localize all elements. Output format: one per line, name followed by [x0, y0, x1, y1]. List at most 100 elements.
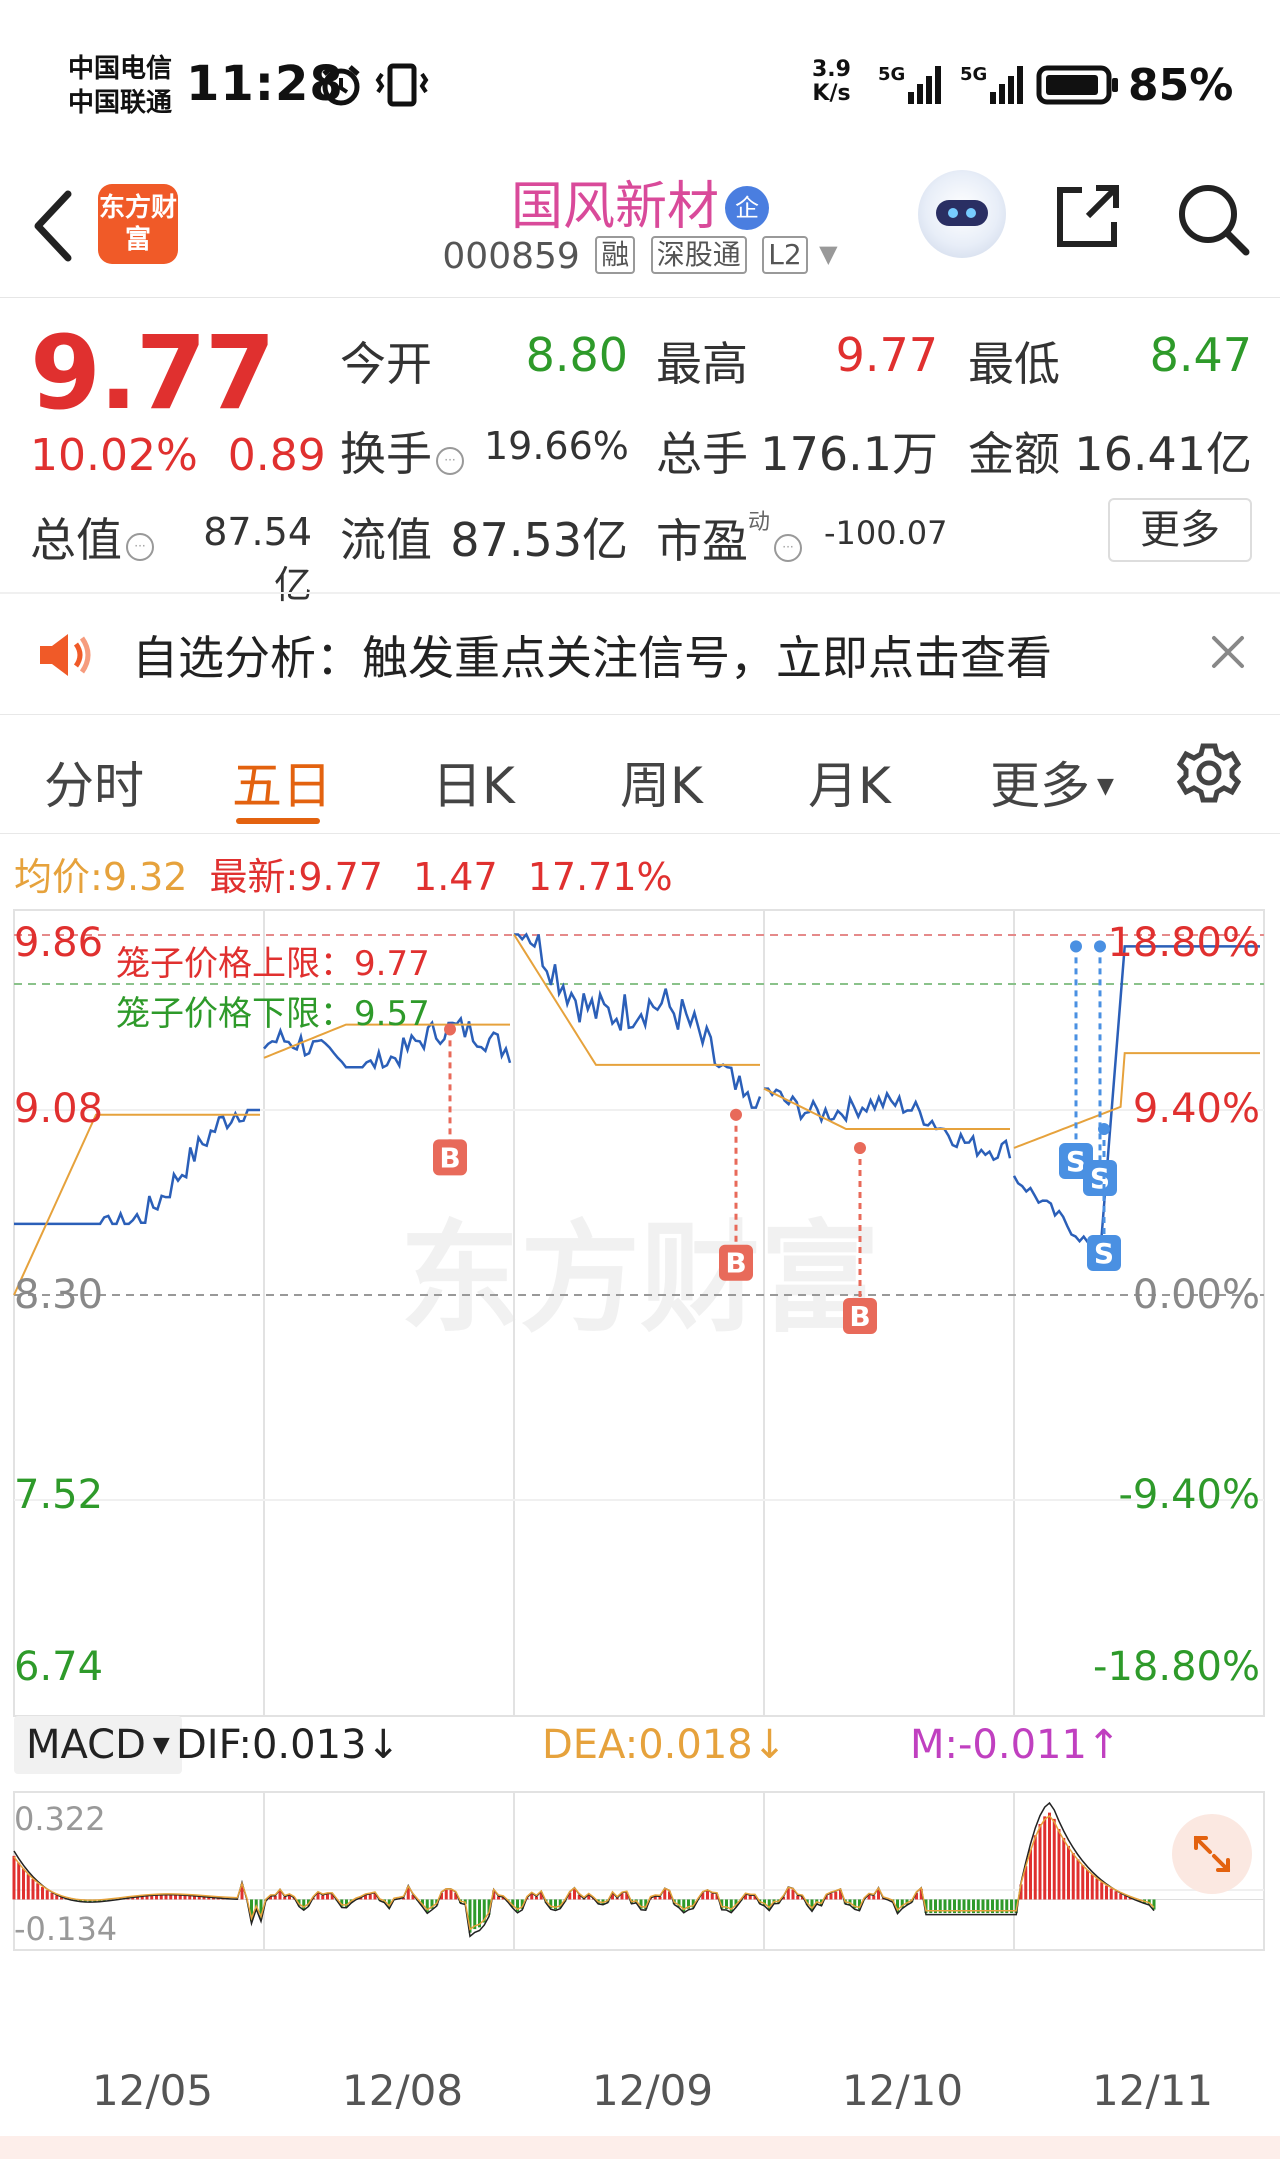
info-icon: ··· [774, 534, 803, 562]
turnover-label[interactable]: 换手 ··· [340, 418, 464, 484]
cage-upper-label: 笼子价格上限：9.77 [116, 944, 430, 984]
dropdown-caret-icon: ▼ [145, 1733, 170, 1758]
chart-canvas: 东方财富 BBBSSS [12, 909, 1265, 1951]
net-speed: 3.9 K/s [812, 58, 851, 106]
enterprise-badge: 企 [725, 186, 769, 230]
mcap-label[interactable]: 总值 ··· [30, 504, 154, 570]
signal-5g-icon-2: 5G [960, 64, 1023, 104]
gear-icon[interactable] [1176, 740, 1242, 806]
more-quote-button[interactable]: 更多 [1108, 498, 1252, 562]
pe-value: -100.07 [824, 514, 948, 552]
open-value: 8.80 [525, 328, 628, 382]
axis-label-right: -18.80% [1093, 1644, 1260, 1690]
divider [0, 714, 1280, 715]
turnover-label-text: 换手 [340, 427, 432, 481]
margin-tag: 融 [595, 236, 636, 274]
indicator-selector[interactable]: MACD ▼ [14, 1716, 182, 1774]
macd-axis-max: 0.322 [14, 1800, 106, 1838]
axis-label-left: 6.74 [14, 1644, 104, 1690]
open-label: 今开 [340, 337, 432, 391]
tab-more[interactable]: 更多 ▼ [990, 746, 1114, 818]
signal-5g-icon: 5G [878, 64, 941, 104]
svg-text:5G: 5G [878, 64, 905, 85]
high-label: 最高 [656, 337, 748, 391]
indicator-name: MACD [26, 1722, 146, 1768]
high-value: 9.77 [835, 328, 938, 382]
expand-icon [1194, 1836, 1230, 1872]
carrier-labels: 中国电信 中国联通 [68, 52, 172, 120]
last-price: 9.77 [30, 314, 276, 433]
axis-label-right: 0.00% [1132, 1272, 1260, 1318]
pe-dynamic-mark: 动 [748, 510, 771, 535]
pe-label-text: 市盈 [656, 514, 748, 568]
watermark: 东方财富 [400, 1210, 880, 1349]
close-icon[interactable] [1204, 628, 1252, 676]
change-percent: 10.02% [30, 430, 198, 481]
signal-badge-label: B [439, 1141, 460, 1174]
avg-series-line-12/05 [13, 1113, 260, 1296]
speaker-icon [40, 634, 91, 676]
avg-series-line-12/09 [513, 933, 760, 1066]
date-label: 12/10 [842, 2066, 964, 2115]
price-series-line-12/10 [764, 1087, 1012, 1162]
expand-chart-button[interactable] [1172, 1814, 1252, 1894]
tab-five-day[interactable]: 五日 [232, 746, 332, 818]
search-icon[interactable] [1174, 180, 1250, 256]
stock-code: 000859 [442, 236, 580, 277]
vibrate-icon [375, 63, 429, 107]
low-value: 8.47 [1149, 328, 1252, 382]
pe-label[interactable]: 市盈动··· [656, 504, 803, 571]
signal-notice[interactable]: 自选分析：触发重点关注信号，立即点击查看 [0, 592, 1280, 714]
signal-badge-label: S [1090, 1162, 1110, 1195]
tab-more-label: 更多 [990, 757, 1090, 815]
amount-label: 金额 [968, 427, 1060, 481]
chart-legend: 均价:9.32 最新:9.77 1.47 17.71% [14, 846, 673, 901]
axis-label-left: 8.30 [14, 1272, 104, 1318]
signal-badge-label: B [725, 1247, 746, 1280]
macd-m: M:-0.011↑ [910, 1722, 1121, 1768]
low-label: 最低 [968, 337, 1060, 391]
tab-weekly-k[interactable]: 周K [620, 746, 703, 818]
macd-dif: DIF:0.013↓ [176, 1722, 401, 1768]
macd-dif-line [13, 1801, 1155, 1938]
connect-tag: 深股通 [650, 236, 747, 274]
quote-panel: 9.77 10.02% 0.89 今开 8.80 最高 9.77 最低 8.47 … [0, 298, 1280, 607]
net-speed-value: 3.9 [812, 57, 851, 82]
turnover-value: 19.66% [484, 424, 629, 468]
signal-point [1098, 1122, 1110, 1135]
alarm-icon [322, 65, 360, 106]
signal-point [1094, 940, 1106, 953]
axis-label-right: -9.40% [1118, 1472, 1260, 1518]
tab-monthly-k[interactable]: 月K [808, 746, 891, 818]
price-change: 10.02% 0.89 [30, 430, 356, 481]
latest-change-percent: 17.71% [527, 855, 673, 899]
ai-assistant-icon[interactable] [918, 170, 1006, 258]
stock-name: 国风新材 [510, 177, 719, 237]
carrier-2: 中国联通 [68, 88, 173, 118]
tab-intraday[interactable]: 分时 [44, 746, 144, 818]
signal-badge-label: B [849, 1300, 870, 1333]
signal-point [444, 1023, 456, 1036]
signal-point [730, 1108, 742, 1121]
avg-price-label: 均价: [14, 855, 103, 899]
mcap-label-text: 总值 [30, 513, 122, 567]
signal-point [1070, 940, 1082, 953]
price-series-line-12/09 [514, 932, 762, 1109]
five-day-chart[interactable]: 东方财富 BBBSSS 9.86 9.08 8.30 7.52 6.74 18.… [0, 900, 1280, 2080]
share-icon[interactable] [1052, 180, 1124, 252]
date-label: 12/05 [92, 2066, 214, 2115]
signal-badge-label: S [1094, 1237, 1114, 1270]
chevron-down-icon: ▼ [819, 240, 838, 268]
status-bar: 中国电信 中国联通 11:28 3.9 K/s 5G 5G 85% [0, 0, 1280, 150]
latest-change: 1.47 [413, 855, 498, 899]
date-label: 12/08 [342, 2066, 464, 2115]
tab-daily-k[interactable]: 日K [432, 746, 515, 818]
info-icon: ··· [126, 533, 154, 561]
macd-axis-min: -0.134 [14, 1910, 118, 1948]
date-label: 12/09 [592, 2066, 714, 2115]
macd-dea: DEA:0.018↓ [542, 1722, 787, 1768]
svg-text:5G: 5G [960, 64, 987, 85]
float-value: 87.53亿 [450, 513, 628, 567]
avg-price-value: 9.32 [102, 855, 188, 899]
axis-label-right: 9.40% [1132, 1086, 1260, 1132]
